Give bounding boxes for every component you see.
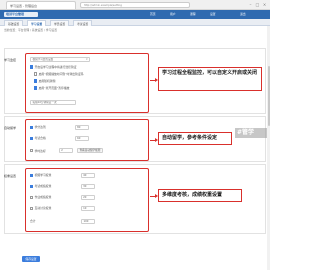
- view-rules-button[interactable]: 查看自动留学规则: [76, 148, 104, 153]
- callout-arrow-auto: [150, 138, 158, 143]
- monitor-option-4[interactable]: 启用“离开页面”暂停播放: [34, 86, 69, 90]
- auto-rule-input-3[interactable]: 2: [58, 148, 73, 153]
- callout-weight: 多维度考核，成绩权重设置: [158, 189, 242, 202]
- auto-rule-label-1: 学分达到: [34, 125, 46, 130]
- weight-label: 互动讨论权重: [34, 206, 52, 211]
- weight-label: 作业成绩权重: [34, 195, 52, 200]
- callout-monitor: 学习过程全程监控，可以自定义开启或关闭: [158, 67, 262, 91]
- minimize-icon[interactable]: –: [248, 2, 253, 7]
- logout-link[interactable]: 退出: [240, 12, 246, 17]
- monitor-interval-input[interactable]: 每隔10分钟验证一次: [30, 100, 76, 105]
- section-label-monitor: 学习监控: [4, 58, 17, 62]
- section-label-weight: 权重设置: [4, 174, 17, 178]
- tab-basic[interactable]: 基础设置: [4, 20, 24, 26]
- scrollbar-thumb[interactable]: [267, 66, 270, 126]
- callout-arrow-weight: [150, 194, 158, 199]
- checkbox[interactable]: [34, 79, 38, 83]
- weight-total-value: 100: [81, 219, 95, 224]
- weight-input[interactable]: 20: [80, 195, 95, 200]
- weight-label: 视频学习权重: [34, 173, 52, 178]
- nav-link-home[interactable]: 首页: [150, 12, 156, 17]
- maximize-icon[interactable]: □: [255, 2, 260, 7]
- auto-rule-label-3: 学时达标: [34, 148, 46, 153]
- app-header: 培训平台管理 首页 用户 课程 设置 退出: [0, 10, 270, 19]
- browser-tab[interactable]: 学习设置 - 管理后台: [6, 1, 76, 9]
- auto-rule-label-2: 考试合格: [34, 136, 46, 141]
- close-icon[interactable]: ×: [262, 2, 267, 7]
- weight-total-label: 合计: [30, 219, 36, 224]
- tab-bar: 基础设置 学习设置 学员设置 考试设置: [0, 19, 270, 26]
- watermark-stamp: #管学: [235, 128, 270, 138]
- checkbox[interactable]: [30, 173, 34, 177]
- checkbox[interactable]: [30, 184, 34, 188]
- checkbox[interactable]: [30, 125, 34, 129]
- callout-auto: 自动留学，参考条件设定: [158, 132, 232, 145]
- tab-learning[interactable]: 学习设置: [27, 20, 47, 26]
- callout-arrow-monitor: [150, 78, 158, 83]
- app-logo: 培训平台管理: [4, 12, 38, 17]
- weight-input[interactable]: 40: [80, 173, 95, 178]
- tab-students[interactable]: 学员设置: [50, 20, 70, 26]
- nav-link-settings[interactable]: 设置: [210, 12, 216, 17]
- weight-label: 考试成绩权重: [34, 184, 52, 189]
- monitor-option-1[interactable]: 开启后学习过程中将进行监控验证: [30, 65, 77, 69]
- checkbox[interactable]: [30, 148, 34, 153]
- checkbox[interactable]: [30, 195, 34, 199]
- save-button[interactable]: 保存设置: [22, 256, 40, 262]
- auto-rule-input-2[interactable]: 60: [74, 136, 89, 141]
- checkbox[interactable]: [30, 206, 34, 210]
- monitor-mode-select[interactable]: 视频学习监控设置: [30, 57, 90, 62]
- checkbox[interactable]: [34, 72, 38, 76]
- auto-rule-input-1[interactable]: 80: [74, 125, 89, 130]
- section-label-auto: 自动留学: [4, 126, 17, 130]
- address-bar[interactable]: http://admin.example/setting: [80, 2, 190, 8]
- weight-input[interactable]: 10: [80, 206, 95, 211]
- weight-input[interactable]: 30: [80, 184, 95, 189]
- nav-link-courses[interactable]: 课程: [190, 12, 196, 17]
- checkbox[interactable]: [30, 65, 34, 69]
- breadcrumb: 当前位置：平台管理 / 系统设置 / 学习设置: [4, 28, 57, 32]
- scrollbar[interactable]: [267, 26, 270, 270]
- checkbox[interactable]: [30, 136, 34, 140]
- browser-chrome: 学习设置 - 管理后台 http://admin.example/setting…: [0, 0, 270, 10]
- tab-exams[interactable]: 考试设置: [73, 20, 93, 26]
- checkbox[interactable]: [34, 86, 38, 90]
- monitor-option-3[interactable]: 启用随机弹题: [34, 79, 55, 83]
- nav-link-users[interactable]: 用户: [170, 12, 176, 17]
- monitor-option-2[interactable]: 启用“视频播放时间到”时弹出验证码: [34, 72, 83, 76]
